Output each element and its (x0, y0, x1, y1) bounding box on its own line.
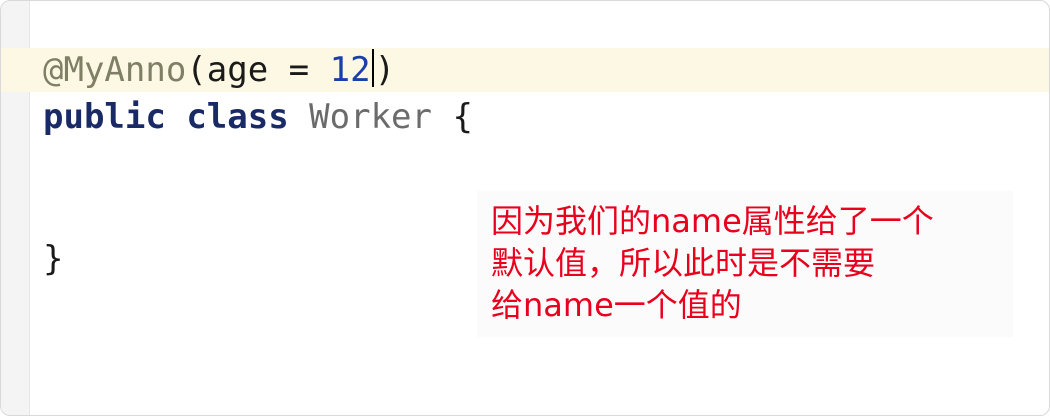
number-token: 12 (329, 50, 371, 90)
close-paren-token: ) (374, 50, 396, 90)
note-line-3: 给name一个值的 (491, 286, 742, 324)
close-brace-token: } (43, 239, 64, 279)
note-line-2: 默认值，所以此时是不需要 (491, 244, 876, 282)
open-brace-token: { (452, 97, 473, 137)
text-caret (371, 49, 374, 87)
code-line-class-declaration[interactable]: public class Worker { (43, 95, 473, 139)
open-paren-token: ( (186, 50, 207, 90)
keyword-public: public (43, 97, 166, 137)
param-token: age = (206, 50, 330, 90)
code-line-closing-brace[interactable]: } (43, 237, 63, 281)
code-line-annotation[interactable]: @MyAnno(age = 12) (43, 48, 395, 92)
class-name-token: Worker (309, 97, 432, 137)
note-line-1: 因为我们的name属性给了一个 (491, 202, 934, 240)
code-editor-window: @MyAnno(age = 12) public class Worker { … (0, 0, 1050, 416)
keyword-class: class (186, 97, 289, 137)
annotation-token: @MyAnno (43, 50, 187, 90)
